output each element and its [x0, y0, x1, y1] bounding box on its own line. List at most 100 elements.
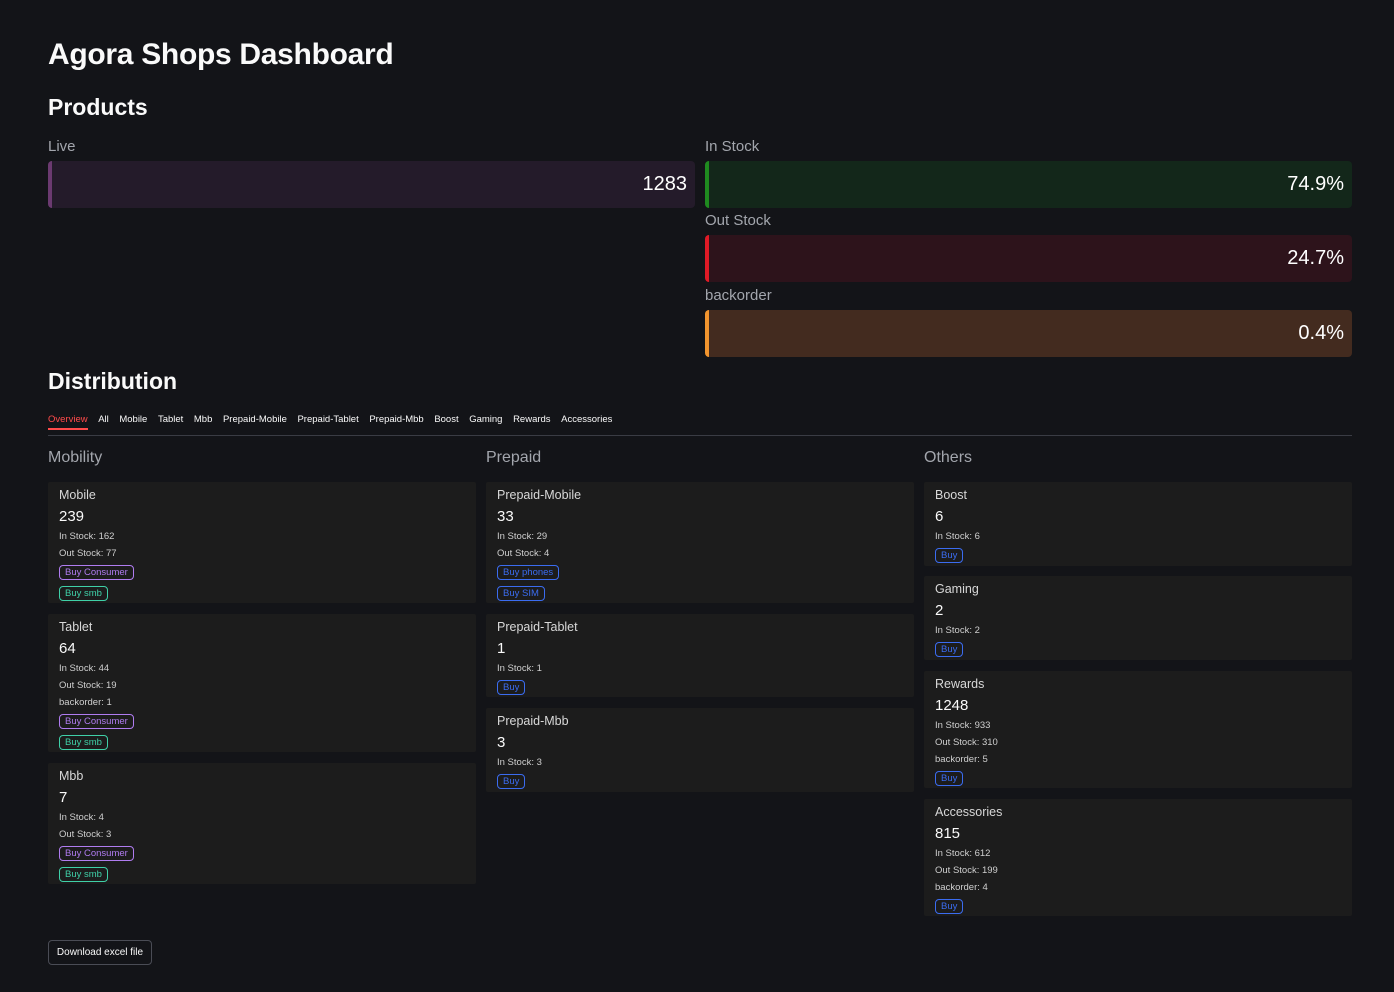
card-stat-line: Out Stock: 3 [59, 829, 112, 840]
card-stat-line: In Stock: 2 [935, 625, 980, 636]
button-row: Buy smb [59, 732, 465, 753]
tab-gaming[interactable]: Gaming [469, 410, 502, 430]
buy-phones-button[interactable]: Buy phones [497, 565, 560, 580]
button-row: Buy [935, 639, 1341, 660]
card-name: Accessories [935, 805, 1003, 819]
others-column-title: Others [924, 449, 973, 466]
card-prepaid-mobile: Prepaid-Mobile 33 In Stock: 29 Out Stock: 4… [486, 482, 914, 603]
card-accessories: Accessories 815 In Stock: 612 Out Stock: 19… [924, 799, 1352, 916]
live-value: 1283 [642, 173, 688, 195]
button-row: Buy Consumer [59, 711, 465, 732]
tab-overview[interactable]: Overview [48, 410, 88, 430]
button-row: Buy Consumer [59, 562, 465, 583]
card-rewards: Rewards 1248 In Stock: 933 Out Stock: 310 ba… [924, 671, 1352, 788]
in-stock-metric: 74.9% [705, 161, 1352, 208]
card-prepaid-tablet: Prepaid-Tablet 1 In Stock: 1 Buy [486, 614, 914, 697]
card-count: 7 [59, 789, 68, 806]
card-count: 64 [59, 640, 76, 657]
card-stat-line: backorder: 4 [935, 882, 988, 893]
card-stat-line: In Stock: 44 [59, 663, 110, 674]
card-prepaid-mbb: Prepaid-Mbb 3 In Stock: 3 Buy [486, 708, 914, 792]
mobility-column-title: Mobility [48, 449, 103, 466]
tab-accessories[interactable]: Accessories [561, 410, 612, 430]
card-stat-line: backorder: 1 [59, 697, 112, 708]
card-stat-line: In Stock: 933 [935, 720, 991, 731]
card-stat-line: Out Stock: 199 [935, 865, 998, 876]
card-name: Gaming [935, 582, 979, 596]
button-row: Buy [935, 896, 1341, 917]
distribution-tabs: Overview All Mobile Tablet Mbb Prepaid-Mobile… [48, 410, 1352, 436]
card-stat-line: In Stock: 6 [935, 531, 980, 542]
products-heading: Products [48, 94, 148, 120]
card-stat-line: In Stock: 162 [59, 531, 115, 542]
button-row: Buy [497, 771, 903, 792]
buy-smb-button[interactable]: Buy smb [59, 586, 108, 601]
buy-smb-button[interactable]: Buy smb [59, 735, 108, 750]
button-row: Buy [497, 677, 903, 698]
card-tablet: Tablet 64 In Stock: 44 Out Stock: 19 backord… [48, 614, 476, 752]
out-stock-label: Out Stock [705, 212, 771, 229]
backorder-value: 0.4% [1298, 322, 1344, 344]
card-name: Prepaid-Mobile [497, 488, 582, 502]
tab-prepaid-mbb[interactable]: Prepaid-Mbb [369, 410, 423, 430]
tab-prepaid-tablet[interactable]: Prepaid-Tablet [297, 410, 358, 430]
card-count: 2 [935, 602, 944, 619]
buy-button[interactable]: Buy [935, 899, 964, 914]
tab-mobile[interactable]: Mobile [119, 410, 147, 430]
tab-prepaid-mobile[interactable]: Prepaid-Mobile [223, 410, 287, 430]
tab-all[interactable]: All [98, 410, 109, 430]
card-mobile: Mobile 239 In Stock: 162 Out Stock: 77 Buy C… [48, 482, 476, 603]
card-stat-line: In Stock: 612 [935, 848, 991, 859]
card-stat-line: In Stock: 1 [497, 663, 542, 674]
buy-consumer-button[interactable]: Buy Consumer [59, 714, 134, 729]
card-name: Rewards [935, 677, 985, 691]
page-title: Agora Shops Dashboard [48, 38, 394, 71]
card-stat-line: Out Stock: 4 [497, 548, 550, 559]
buy-consumer-button[interactable]: Buy Consumer [59, 565, 134, 580]
card-stat-line: Out Stock: 77 [59, 548, 117, 559]
button-row: Buy SIM [497, 583, 903, 604]
live-label: Live [48, 138, 76, 155]
card-count: 6 [935, 508, 944, 525]
card-count: 33 [497, 508, 514, 525]
button-row: Buy smb [59, 864, 465, 885]
buy-button[interactable]: Buy [935, 548, 964, 563]
buy-button[interactable]: Buy [935, 642, 964, 657]
distribution-heading: Distribution [48, 368, 178, 394]
card-stat-line: Out Stock: 310 [935, 737, 998, 748]
card-gaming: Gaming 2 In Stock: 2 Buy [924, 576, 1352, 660]
card-name: Mobile [59, 488, 96, 502]
backorder-label: backorder [705, 287, 772, 304]
tab-tablet[interactable]: Tablet [158, 410, 183, 430]
tab-rewards[interactable]: Rewards [513, 410, 551, 430]
card-name: Tablet [59, 620, 93, 634]
buy-smb-button[interactable]: Buy smb [59, 867, 108, 882]
card-stat-line: Out Stock: 19 [59, 680, 117, 691]
card-mbb: Mbb 7 In Stock: 4 Out Stock: 3 Buy Consumer B… [48, 763, 476, 884]
button-row: Buy smb [59, 583, 465, 604]
card-stat-line: backorder: 5 [935, 754, 988, 765]
tab-mbb[interactable]: Mbb [194, 410, 212, 430]
button-row: Buy phones [497, 562, 903, 583]
button-row: Buy Consumer [59, 843, 465, 864]
buy-button[interactable]: Buy [497, 680, 526, 695]
in-stock-label: In Stock [705, 138, 760, 155]
backorder-metric: 0.4% [705, 310, 1352, 357]
in-stock-value: 74.9% [1287, 173, 1344, 195]
download-excel-button[interactable]: Download excel file [48, 940, 152, 965]
buy-consumer-button[interactable]: Buy Consumer [59, 846, 134, 861]
card-count: 815 [935, 825, 961, 842]
button-row: Buy [935, 768, 1341, 789]
buy-sim-button[interactable]: Buy SIM [497, 586, 545, 601]
card-count: 1 [497, 640, 506, 657]
card-stat-line: In Stock: 4 [59, 812, 104, 823]
card-stat-line: In Stock: 29 [497, 531, 548, 542]
card-name: Prepaid-Mbb [497, 714, 569, 728]
tab-boost[interactable]: Boost [434, 410, 458, 430]
out-stock-value: 24.7% [1287, 247, 1344, 269]
buy-button[interactable]: Buy [935, 771, 964, 786]
out-stock-metric: 24.7% [705, 235, 1352, 282]
buy-button[interactable]: Buy [497, 774, 526, 789]
card-count: 239 [59, 508, 85, 525]
live-metric: 1283 [48, 161, 695, 208]
